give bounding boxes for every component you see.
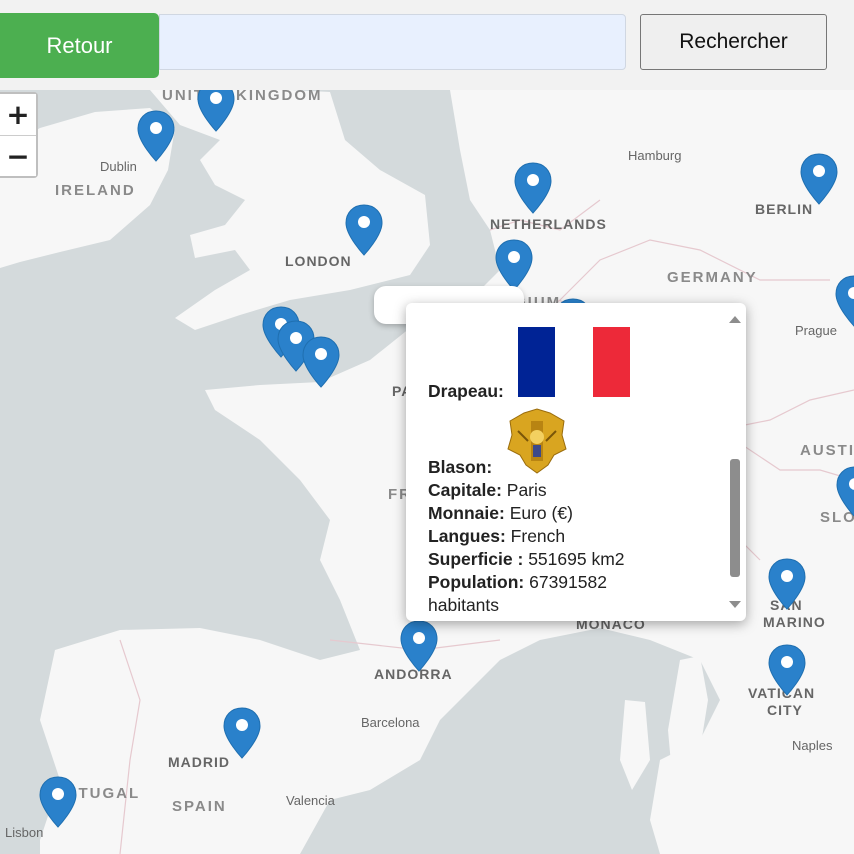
country-popup[interactable]: Drapeau: Blason: Capitale: Paris Monnaie… xyxy=(406,303,746,621)
marker-pin[interactable] xyxy=(800,153,838,205)
languages-row: Langues: French xyxy=(428,525,728,548)
label-madrid: MADRID xyxy=(168,754,230,770)
scroll-thumb[interactable] xyxy=(730,459,740,577)
marker-pin[interactable] xyxy=(39,776,77,828)
label-hamburg: Hamburg xyxy=(628,148,682,163)
marker-pin[interactable] xyxy=(197,90,235,132)
zoom-in-button[interactable]: + xyxy=(0,94,36,135)
search-input[interactable] xyxy=(159,14,626,70)
flag-row: Drapeau: xyxy=(428,317,728,403)
capital-row: Capitale: Paris xyxy=(428,479,728,502)
popup-content: Drapeau: Blason: Capitale: Paris Monnaie… xyxy=(428,317,728,617)
capital-label: Capitale: xyxy=(428,480,502,500)
scroll-up-icon[interactable] xyxy=(728,313,742,325)
marker-pin[interactable] xyxy=(137,110,175,162)
currency-label: Monnaie: xyxy=(428,503,505,523)
label-london: LONDON xyxy=(285,253,352,269)
search-button[interactable]: Rechercher xyxy=(640,14,827,70)
top-bar: Retour Rechercher xyxy=(0,0,854,90)
label-dublin: Dublin xyxy=(100,159,137,174)
capital-value: Paris xyxy=(506,480,547,500)
zoom-control: + − xyxy=(0,92,38,178)
marker-pin[interactable] xyxy=(836,466,854,518)
label-city: CITY xyxy=(767,702,803,718)
population-label: Population: xyxy=(428,572,525,592)
label-barcelona: Barcelona xyxy=(361,715,420,730)
scroll-down-icon[interactable] xyxy=(728,599,742,611)
label-united-kingdom: UNITED KINGDOM xyxy=(162,90,323,104)
marker-pin[interactable] xyxy=(768,644,806,696)
back-button[interactable]: Retour xyxy=(0,13,159,78)
blason-label: Blason: xyxy=(428,457,493,477)
marker-pin[interactable] xyxy=(514,162,552,214)
marker-pin[interactable] xyxy=(345,204,383,256)
label-austria-partial: AUSTI xyxy=(800,442,854,459)
languages-label: Langues: xyxy=(428,526,506,546)
marker-pin[interactable] xyxy=(400,620,438,672)
marker-pin[interactable] xyxy=(495,239,533,291)
population-value: 67391582 xyxy=(529,572,607,592)
area-label: Superficie : xyxy=(428,549,524,569)
label-valencia: Valencia xyxy=(286,793,335,808)
marker-pin[interactable] xyxy=(223,707,261,759)
label-lisbon: Lisbon xyxy=(5,825,44,840)
label-spain: SPAIN xyxy=(172,798,227,815)
area-value: 551695 km2 xyxy=(528,549,625,569)
zoom-out-button[interactable]: − xyxy=(0,135,36,176)
blason-row: Blason: xyxy=(428,405,728,479)
popup-scrollbar[interactable] xyxy=(728,313,742,611)
label-netherlands: NETHERLANDS xyxy=(490,216,607,232)
marker-pin[interactable] xyxy=(768,558,806,610)
marker-pin[interactable] xyxy=(835,275,854,327)
label-ireland: IRELAND xyxy=(55,182,136,199)
population-row: Population: 67391582 habitants xyxy=(428,571,728,617)
currency-value: Euro (€) xyxy=(509,503,573,523)
population-unit: habitants xyxy=(428,595,500,615)
label-prague: Prague xyxy=(795,323,837,338)
coat-of-arms-image xyxy=(507,408,567,474)
flag-image xyxy=(518,327,630,397)
label-germany: GERMANY xyxy=(667,269,758,286)
marker-pin[interactable] xyxy=(302,336,340,388)
label-marino: MARINO xyxy=(763,614,826,630)
languages-value: French xyxy=(510,526,566,546)
label-naples: Naples xyxy=(792,738,833,753)
flag-label: Drapeau: xyxy=(428,381,504,401)
currency-row: Monnaie: Euro (€) xyxy=(428,502,728,525)
area-row: Superficie : 551695 km2 xyxy=(428,548,728,571)
